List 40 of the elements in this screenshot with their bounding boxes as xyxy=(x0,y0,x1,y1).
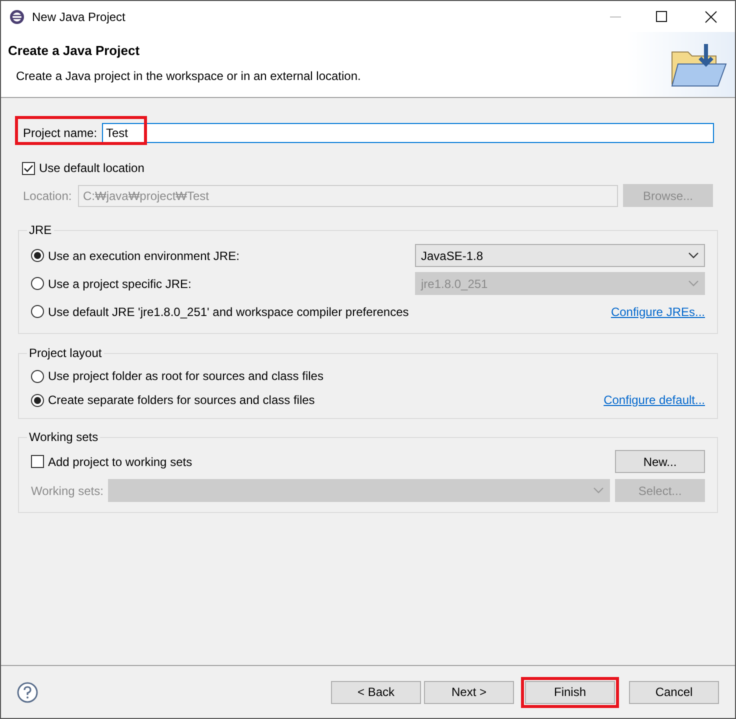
radio-label: Use default JRE 'jre1.8.0_251' and workspace compiler preferences xyxy=(48,304,409,320)
checkbox-label: Use default location xyxy=(39,160,144,177)
folder-icon xyxy=(670,42,728,88)
page-description: Create a Java project in the workspace or in an external location. xyxy=(16,68,362,84)
link[interactable]: Configure JREs... xyxy=(610,302,705,320)
group-title: JRE xyxy=(28,222,53,239)
link[interactable]: Configure default... xyxy=(604,391,705,409)
chevron-down-icon xyxy=(593,487,604,494)
page-title: Create a Java Project xyxy=(8,42,141,60)
dialog-button[interactable]: < Back xyxy=(331,680,421,704)
app-icon xyxy=(9,8,25,24)
radio-label: Use a project specific JRE: xyxy=(48,276,192,292)
radio-button[interactable] xyxy=(31,305,44,318)
checkbox-label: Add project to working sets xyxy=(48,454,192,470)
dialog-button[interactable]: Cancel xyxy=(629,680,719,704)
project-name-field[interactable]: Test xyxy=(102,122,714,142)
chevron-down-icon xyxy=(688,280,699,287)
radio-button[interactable] xyxy=(31,370,44,382)
radio-label: Use an execution environment JRE: xyxy=(48,248,240,264)
radio-button[interactable] xyxy=(31,249,44,262)
group-title: Project layout xyxy=(28,345,103,362)
field-label: Project name: xyxy=(23,124,98,142)
new-button[interactable]: New... xyxy=(615,450,705,473)
chevron-down-icon xyxy=(688,252,699,259)
checkbox[interactable] xyxy=(22,162,35,174)
field-label: Location: xyxy=(23,188,73,204)
radio-label: Use project folder as root for sources and class files xyxy=(48,368,324,385)
window-title: New Java Project xyxy=(32,8,126,26)
field-label: Working sets: xyxy=(31,482,104,500)
checkbox[interactable] xyxy=(31,455,44,468)
close-icon[interactable] xyxy=(705,10,717,22)
radio-label: Create separate folders for sources and class files xyxy=(48,392,315,409)
maximize-icon[interactable] xyxy=(656,11,667,22)
dialog-button[interactable]: Next > xyxy=(424,680,514,704)
help-icon[interactable] xyxy=(17,682,38,702)
radio-button[interactable] xyxy=(31,277,44,290)
radio-button[interactable] xyxy=(31,394,44,406)
dialog-button[interactable]: Finish xyxy=(525,680,615,704)
group-title: Working sets xyxy=(28,429,100,446)
dropdown[interactable]: JavaSE-1.8 xyxy=(415,244,705,267)
